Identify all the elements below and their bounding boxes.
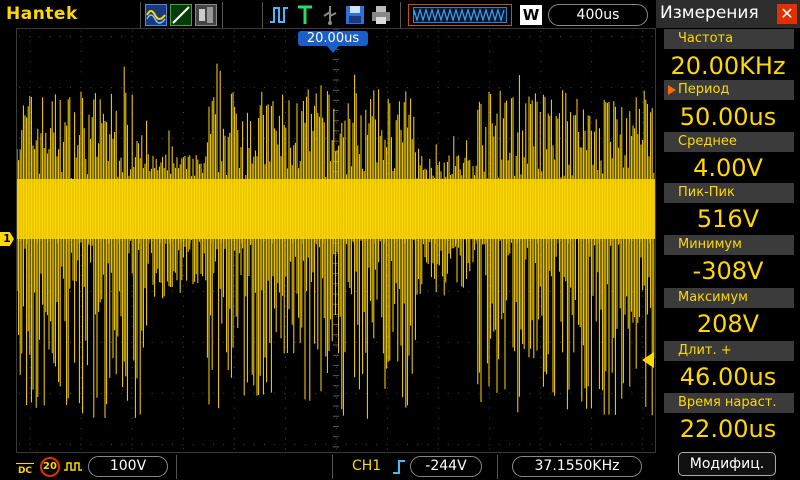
volts-per-div-display[interactable]: 100V: [88, 456, 168, 477]
close-button[interactable]: ✕: [777, 4, 797, 24]
bw-limit-icon[interactable]: 20: [40, 457, 60, 477]
modify-button[interactable]: Модифиц.: [678, 452, 776, 476]
trigger-source-label[interactable]: CH1: [352, 457, 381, 476]
divider: [176, 455, 177, 479]
divider: [222, 2, 223, 28]
selection-arrow-icon: [668, 85, 676, 95]
oscilloscope-app: Hantek W 400us 20.00us 1 Измерения ✕ Час…: [0, 0, 800, 480]
measure-label-peak-to-peak[interactable]: Пик-Пик: [664, 183, 794, 203]
measure-value-positive-width: 46.00us: [679, 363, 777, 391]
dc-bar-icon: [16, 457, 34, 464]
window-mode-badge: W: [520, 5, 542, 25]
measure-label-rise-time[interactable]: Время нараст.: [664, 393, 794, 413]
trigger-frequency-display: 37.1550KHz: [512, 456, 642, 477]
trigger-position-marker[interactable]: 20.00us: [298, 31, 368, 46]
ch1-waveform-trace: [17, 63, 655, 419]
trigger-position-arrow: [327, 46, 339, 53]
acquire-normal-icon[interactable]: [145, 4, 167, 26]
trigger-level-marker[interactable]: [642, 352, 654, 368]
measure-label-positive-width[interactable]: Длит. +: [664, 341, 794, 361]
measure-label-period[interactable]: Период: [664, 80, 794, 100]
measure-label-maximum[interactable]: Максимум: [664, 288, 794, 308]
coupling-label: DC: [17, 466, 33, 476]
acquire-peak-icon[interactable]: [170, 4, 192, 26]
measure-label-frequency[interactable]: Частота: [664, 29, 794, 49]
trigger-rising-edge-icon[interactable]: [392, 459, 406, 479]
divider: [497, 455, 498, 479]
panel-header: Измерения ✕: [656, 0, 800, 28]
floppy-icon[interactable]: [344, 4, 366, 30]
divider: [332, 455, 333, 479]
memory-window-indicator: [408, 4, 512, 26]
divider: [262, 2, 263, 28]
trigger-edge-icon[interactable]: [296, 4, 314, 30]
probe-icon: [63, 459, 83, 478]
measure-label-period-text: Период: [678, 82, 730, 97]
trace-spikes: [17, 63, 655, 419]
printer-icon[interactable]: [370, 4, 392, 30]
divider: [400, 2, 401, 28]
panel-title: Измерения: [660, 3, 759, 23]
measure-value-rise-time: 22.00us: [679, 415, 777, 443]
measure-label-minimum[interactable]: Минимум: [664, 235, 794, 255]
dc-coupling-icon[interactable]: DC: [16, 457, 34, 477]
trigger-level-display[interactable]: -244V: [410, 456, 482, 477]
measure-value-frequency: 20.00KHz: [670, 52, 786, 80]
measure-value-peak-to-peak: 516V: [696, 205, 760, 233]
run-mode-icon[interactable]: [268, 4, 290, 30]
measure-value-period: 50.00us: [679, 103, 777, 131]
top-status-bar: Hantek W 400us: [0, 0, 656, 30]
timebase-display[interactable]: 400us: [548, 4, 648, 26]
divider: [140, 2, 141, 28]
measure-value-minimum: -308V: [692, 257, 764, 285]
brand-logo: Hantek: [6, 4, 78, 24]
measure-value-maximum: 208V: [696, 310, 760, 338]
ch1-ground-marker[interactable]: 1: [0, 232, 14, 246]
measure-value-mean: 4.00V: [693, 154, 763, 182]
usb-icon: [320, 4, 340, 30]
bottom-status-bar: DC 20 100V CH1 -244V 37.1550KHz: [0, 453, 656, 480]
acquire-average-icon[interactable]: [195, 4, 217, 26]
measure-label-mean[interactable]: Среднее: [664, 132, 794, 152]
waveform-screen[interactable]: [16, 28, 656, 453]
measurement-panel: Измерения ✕ Частота 20.00KHz Период 50.0…: [656, 0, 800, 480]
memory-window-frame: [413, 7, 507, 23]
